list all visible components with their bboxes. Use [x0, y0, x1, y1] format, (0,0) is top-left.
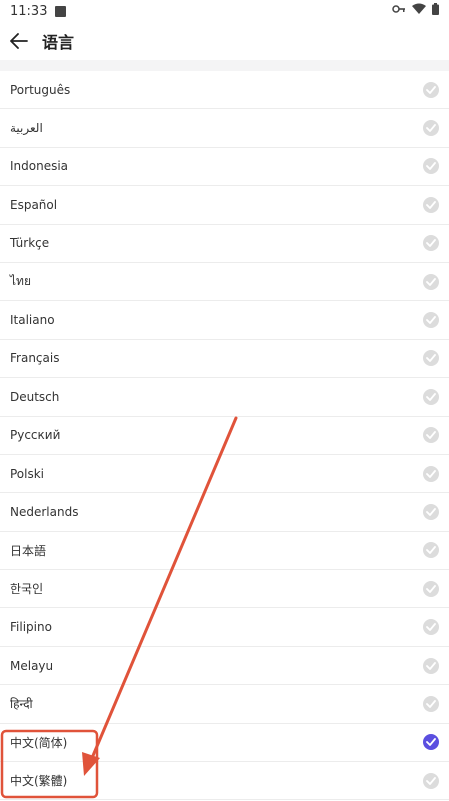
battery-icon	[432, 3, 439, 15]
language-row[interactable]: 中文(简体)	[0, 724, 449, 763]
language-label: Русский	[10, 428, 61, 443]
language-label: ไทย	[10, 274, 31, 289]
language-row[interactable]: العربية	[0, 109, 449, 148]
language-row[interactable]: Italiano	[0, 301, 449, 340]
language-row[interactable]: Русский	[0, 417, 449, 455]
status-time: 11:33	[10, 3, 48, 19]
language-row[interactable]: Melayu	[0, 647, 449, 686]
language-row[interactable]: Deutsch	[0, 378, 449, 417]
app-bar: 语言	[0, 22, 449, 60]
language-label: Melayu	[10, 658, 54, 673]
wifi-icon	[412, 3, 426, 14]
check-icon	[423, 427, 439, 444]
check-icon	[423, 619, 439, 636]
check-selected-icon	[423, 734, 439, 751]
language-label: Türkçe	[10, 236, 50, 251]
language-label: Polski	[10, 466, 45, 481]
check-icon	[423, 542, 439, 559]
language-row[interactable]: Polski	[0, 455, 449, 494]
check-icon	[423, 120, 439, 137]
language-label: 中文(简体)	[10, 735, 68, 750]
language-label: Indonesia	[10, 159, 69, 174]
language-row[interactable]: 中文(繁體)	[0, 762, 449, 801]
language-row[interactable]: Indonesia	[0, 148, 449, 187]
language-label: 日本語	[10, 543, 47, 558]
check-icon	[423, 158, 439, 175]
language-row[interactable]: Nederlands	[0, 493, 449, 532]
check-icon	[423, 388, 439, 405]
check-icon	[423, 81, 439, 98]
language-label: Filipino	[10, 620, 52, 635]
status-bar: 11:33	[0, 0, 449, 22]
language-row[interactable]: ไทย	[0, 263, 449, 302]
status-icons	[392, 3, 439, 15]
notification-icon	[55, 5, 67, 17]
check-icon	[423, 503, 439, 520]
language-row[interactable]: Español	[0, 186, 449, 225]
language-label: 한국인	[10, 582, 44, 597]
language-row[interactable]: Filipino	[0, 608, 449, 647]
check-icon	[423, 465, 439, 482]
language-row[interactable]: Türkçe	[0, 225, 449, 263]
language-label: Español	[10, 197, 58, 212]
language-label: العربية	[10, 121, 43, 136]
check-icon	[423, 350, 439, 367]
language-label: Nederlands	[10, 504, 79, 519]
section-divider	[0, 60, 449, 71]
page-title: 语言	[42, 33, 75, 52]
back-arrow-icon	[10, 33, 28, 49]
language-label: Português	[10, 82, 71, 97]
language-row[interactable]: 한국인	[0, 570, 449, 609]
check-icon	[423, 657, 439, 674]
language-label: Français	[10, 351, 60, 366]
language-row[interactable]: 日本語	[0, 532, 449, 571]
language-label: Italiano	[10, 313, 55, 328]
key-icon	[392, 5, 405, 13]
check-icon	[423, 273, 439, 290]
check-icon	[423, 772, 439, 789]
language-row[interactable]: हिन्दी	[0, 685, 449, 724]
check-icon	[423, 235, 439, 252]
check-icon	[423, 580, 439, 597]
language-list: Português العربية Indonesia Español Türkçe ไท…	[0, 71, 449, 801]
language-row[interactable]: Português	[0, 71, 449, 110]
language-label: 中文(繁體)	[10, 774, 68, 789]
check-icon	[423, 312, 439, 329]
language-row[interactable]: Français	[0, 340, 449, 379]
check-icon	[423, 695, 439, 712]
check-icon	[423, 196, 439, 213]
language-label: Deutsch	[10, 389, 60, 404]
language-label: हिन्दी	[10, 697, 33, 712]
back-button[interactable]	[8, 30, 30, 52]
